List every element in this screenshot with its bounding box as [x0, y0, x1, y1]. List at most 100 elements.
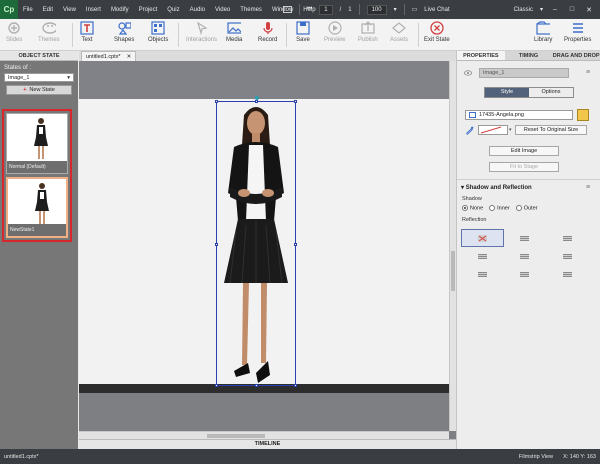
chevron-down-icon[interactable]: ▾ [509, 127, 512, 133]
stage-canvas[interactable] [79, 61, 456, 439]
section-menu-icon[interactable]: ≡ [586, 184, 590, 191]
divider [298, 4, 300, 15]
resize-handle[interactable] [215, 100, 218, 103]
menu-video[interactable]: Video [210, 7, 235, 13]
menu-project[interactable]: Project [134, 7, 163, 13]
palette-icon [42, 21, 56, 35]
no-reflection-icon [477, 234, 487, 242]
reflection-option[interactable] [504, 229, 547, 247]
image-icon [227, 21, 242, 35]
maximize-button[interactable]: □ [567, 6, 577, 13]
reflection-option[interactable] [546, 229, 589, 247]
menu-edit[interactable]: Edit [38, 7, 58, 13]
reflection-option[interactable] [461, 265, 504, 283]
reflection-none-option[interactable] [461, 229, 504, 247]
resize-handle[interactable] [255, 384, 258, 387]
timeline-tab[interactable]: TIMELINE [79, 439, 456, 449]
eyedropper-icon[interactable] [465, 126, 474, 135]
menu-audio[interactable]: Audio [185, 7, 210, 13]
resize-handle[interactable] [294, 100, 297, 103]
filmstrip-view-toggle[interactable]: Filmstrip View [519, 454, 553, 460]
resize-handle[interactable] [255, 100, 258, 103]
menu-quiz[interactable]: Quiz [162, 7, 184, 13]
shadow-label: Shadow [462, 196, 482, 202]
screen-icon[interactable] [282, 6, 292, 13]
scroll-thumb[interactable] [451, 251, 455, 291]
menu-view[interactable]: View [58, 7, 81, 13]
menu-modify[interactable]: Modify [106, 7, 134, 13]
interactions-button[interactable]: Interactions [186, 21, 217, 43]
state-thumb-normal[interactable]: Normal (Default) [6, 113, 68, 174]
tab-drag-and-drop[interactable]: DRAG AND DROP [552, 51, 600, 60]
shapes-button[interactable]: Shapes [114, 21, 134, 43]
options-tab[interactable]: Options [529, 88, 573, 97]
close-window-button[interactable]: ✕ [584, 6, 594, 14]
menu-file[interactable]: File [18, 7, 38, 13]
chevron-down-icon[interactable]: ▾ [540, 6, 543, 13]
live-chat-link[interactable]: Live Chat [424, 7, 449, 13]
image-file-field[interactable]: 17435-Angela.png [465, 110, 573, 120]
image-selection-box[interactable] [215, 96, 297, 387]
save-button[interactable]: Save [296, 21, 310, 43]
menu-insert[interactable]: Insert [81, 7, 106, 13]
document-tabbar: untitled1.cptx* ✕ [79, 51, 456, 61]
menu-themes[interactable]: Themes [235, 7, 267, 13]
slides-button[interactable]: Slides [6, 21, 22, 43]
chevron-down-icon[interactable]: ▾ [394, 6, 397, 13]
reflection-option[interactable] [546, 265, 589, 283]
tab-properties[interactable]: PROPERTIES [457, 51, 505, 60]
visibility-eye-icon[interactable] [464, 69, 472, 77]
document-tab[interactable]: untitled1.cptx* ✕ [81, 51, 137, 61]
fill-color-swatch[interactable] [478, 125, 508, 135]
publish-button[interactable]: Publish [358, 21, 378, 43]
state-thumb-newstate1[interactable]: NewState1 [6, 177, 68, 238]
first-page-icon[interactable]: ⏮ [307, 6, 312, 13]
text-button[interactable]: Text [80, 21, 94, 43]
new-state-button[interactable]: + New State [6, 85, 72, 95]
page-separator: / [339, 6, 342, 13]
reflection-option[interactable] [504, 265, 547, 283]
scroll-thumb[interactable] [207, 434, 265, 438]
resize-handle[interactable] [215, 384, 218, 387]
shadow-outer-radio[interactable]: Outer [515, 205, 537, 211]
media-button[interactable]: Media [226, 21, 242, 43]
panel-menu-icon[interactable]: ≡ [586, 69, 590, 76]
shadow-none-radio[interactable]: None [462, 205, 483, 211]
reflection-option[interactable] [546, 247, 589, 265]
fit-to-stage-button[interactable]: Fit to Stage [489, 162, 559, 172]
assets-button[interactable]: Assets [390, 21, 408, 43]
vertical-scrollbar[interactable] [449, 61, 456, 431]
resize-handle[interactable] [294, 243, 297, 246]
library-button[interactable]: Library [534, 21, 552, 43]
page-current-input[interactable]: 1 [319, 4, 333, 15]
tab-timing[interactable]: TIMING [505, 51, 553, 60]
record-button[interactable]: Record [258, 21, 277, 43]
shadow-reflection-heading[interactable]: ▾ Shadow and Reflection [461, 184, 532, 191]
reflection-option[interactable] [461, 247, 504, 265]
folder-icon[interactable] [577, 109, 589, 121]
close-circle-icon [430, 21, 444, 35]
properties-button[interactable]: Properties [564, 21, 591, 43]
exit-state-button[interactable]: Exit State [424, 21, 450, 43]
woman-figure-thumbnail [34, 118, 48, 159]
reflection-label: Reflection [462, 217, 487, 223]
zoom-input[interactable]: 100 [366, 4, 387, 15]
resize-handle[interactable] [215, 243, 218, 246]
preview-button[interactable]: Preview [324, 21, 345, 43]
reflection-preview-icon [563, 235, 573, 241]
edit-image-button[interactable]: Edit Image [489, 146, 559, 156]
shadow-inner-radio[interactable]: Inner [489, 205, 510, 211]
reflection-option[interactable] [504, 247, 547, 265]
minimize-button[interactable]: – [550, 6, 560, 13]
workspace-select[interactable]: Classic [514, 7, 533, 13]
close-icon[interactable]: ✕ [127, 54, 132, 60]
resize-handle[interactable] [294, 384, 297, 387]
horizontal-scrollbar[interactable] [79, 431, 449, 439]
reset-original-size-button[interactable]: Reset To Original Size [515, 125, 587, 135]
themes-button[interactable]: Themes [38, 21, 60, 43]
objects-button[interactable]: Objects [148, 21, 168, 43]
states-object-select[interactable]: Image_1 ▾ [4, 73, 74, 82]
style-tab[interactable]: Style [485, 88, 529, 97]
object-state-tab[interactable]: OBJECT STATE [0, 51, 78, 61]
object-name-field[interactable]: Image_1 [479, 68, 569, 78]
